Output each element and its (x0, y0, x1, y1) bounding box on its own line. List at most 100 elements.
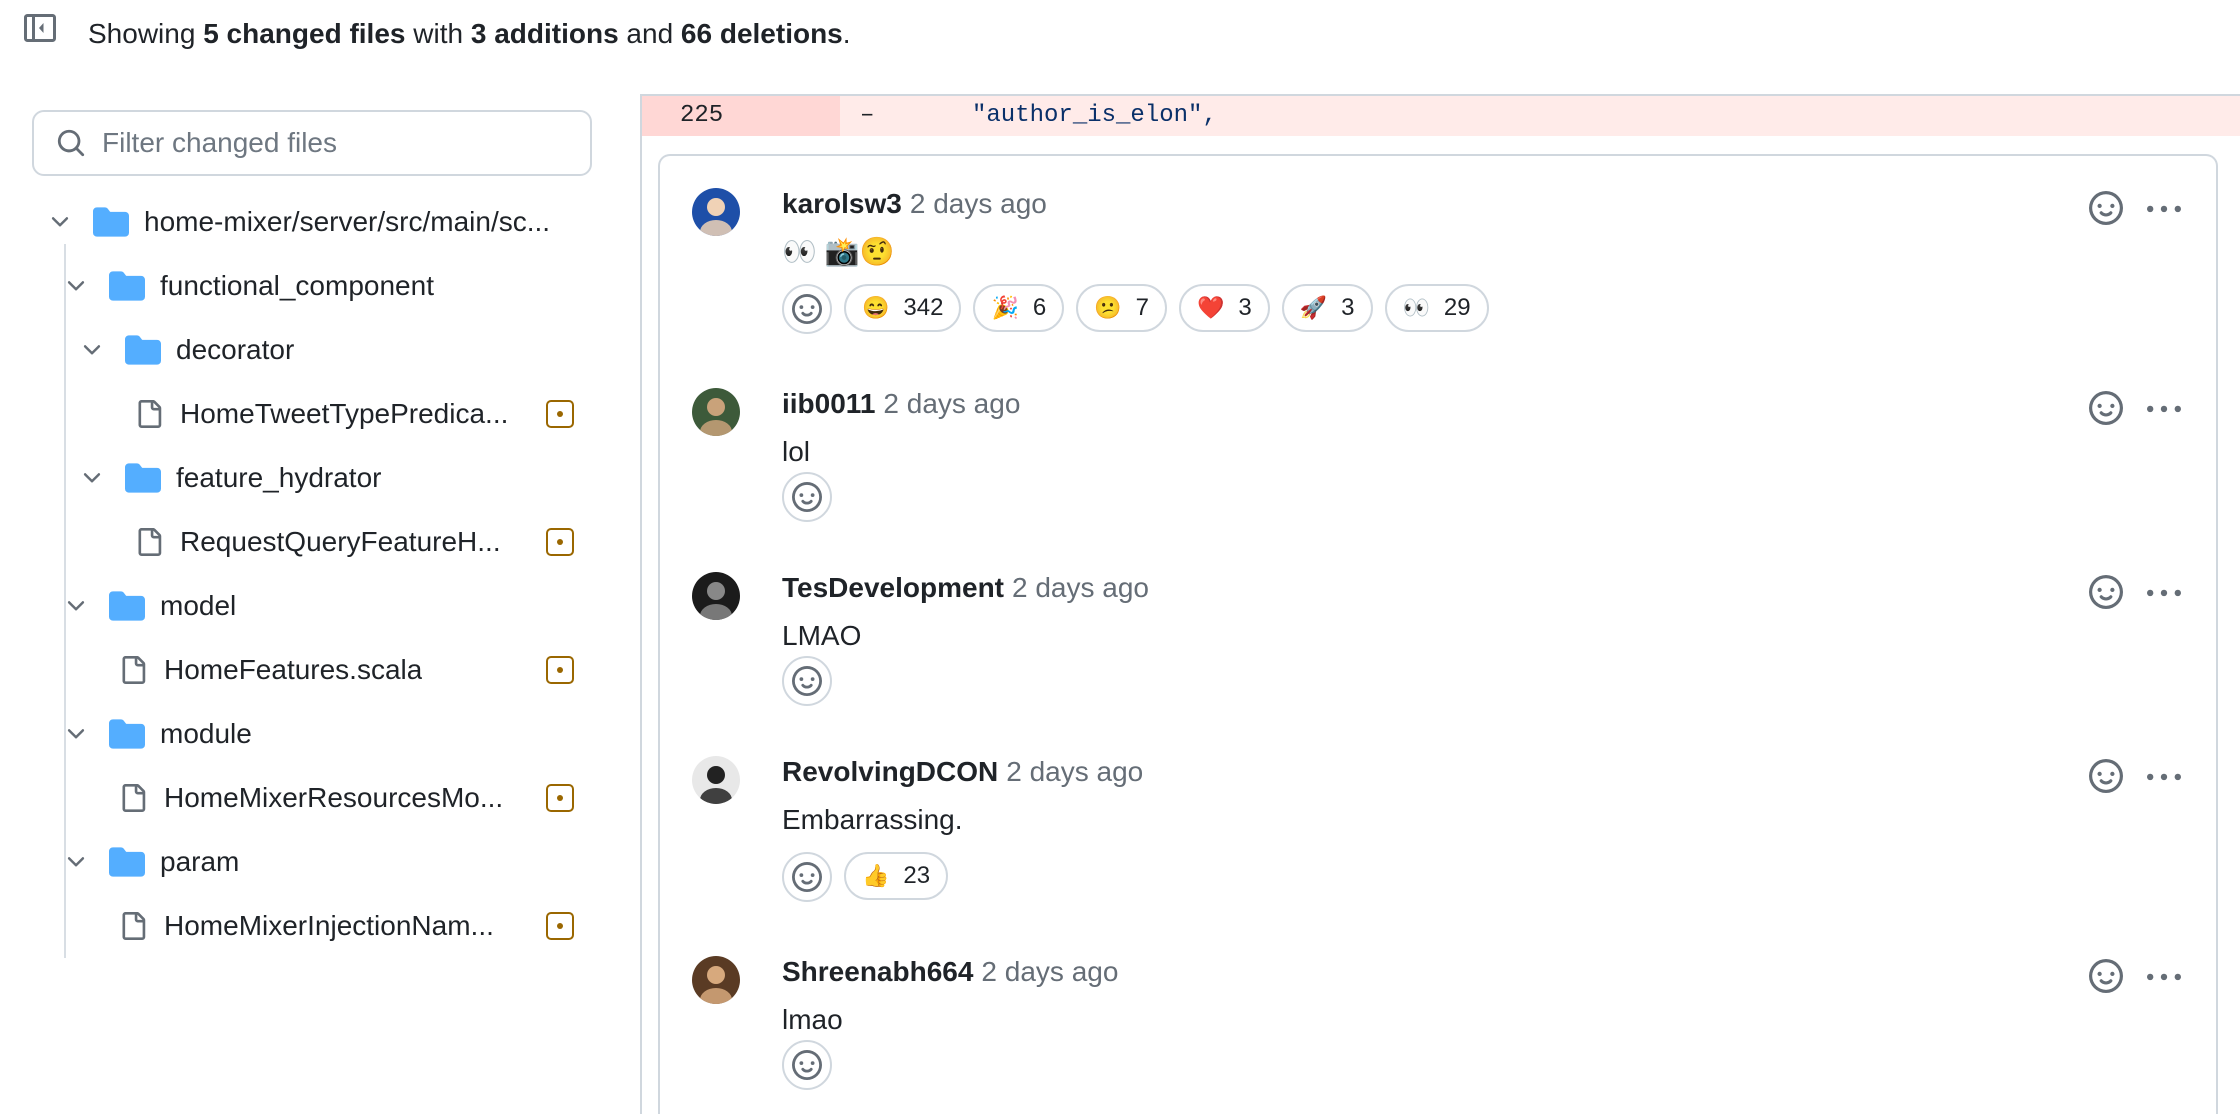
file-icon (134, 397, 164, 431)
comment-author[interactable]: iib0011 (782, 388, 875, 419)
filter-input[interactable] (102, 127, 572, 159)
folder-icon (108, 590, 146, 622)
avatar[interactable] (692, 388, 740, 436)
comment-timestamp[interactable]: 2 days ago (981, 956, 1118, 987)
add-reaction-button[interactable] (782, 656, 832, 706)
reaction-count: 3 (1238, 294, 1252, 321)
tree-folder-label: module (160, 718, 252, 749)
chevron-down-icon[interactable] (62, 272, 90, 300)
avatar[interactable] (692, 188, 740, 236)
tree-folder-label: home-mixer/server/src/main/sc... (144, 206, 551, 237)
file-icon (134, 525, 164, 559)
diff-line-sign: – (860, 102, 875, 129)
comment-body: lmao (782, 1004, 843, 1035)
file-modified-icon (546, 656, 574, 684)
toggle-file-tree-button[interactable] (22, 10, 58, 46)
tree-file-label: HomeFeatures.scala (164, 654, 423, 685)
comment-header: RevolvingDCON 2 days ago (782, 754, 1143, 790)
add-reaction-icon[interactable] (2088, 390, 2124, 426)
diff-deleted-line[interactable]: 225 – "author_is_elon", (642, 96, 2240, 136)
comment-timestamp[interactable]: 2 days ago (883, 388, 1020, 419)
comment-author[interactable]: RevolvingDCON (782, 756, 998, 787)
tree-file[interactable]: HomeMixerInjectionNam... (118, 898, 574, 954)
file-icon (118, 653, 148, 687)
reaction-pill[interactable]: 🚀 3 (1281, 284, 1373, 332)
reaction-pill[interactable]: 😄 342 (844, 284, 962, 332)
comment-author[interactable]: TesDevelopment (782, 572, 1004, 603)
chevron-down-icon[interactable] (62, 592, 90, 620)
tree-folder[interactable]: module (62, 706, 252, 762)
reaction-count: 7 (1135, 294, 1149, 321)
add-reaction-button[interactable] (782, 284, 832, 334)
reaction-pill[interactable]: 😕 7 (1076, 284, 1167, 332)
comment-timestamp[interactable]: 2 days ago (1006, 756, 1143, 787)
tree-folder[interactable]: home-mixer/server/src/main/sc... (46, 194, 550, 250)
tree-file[interactable]: HomeFeatures.scala (118, 642, 574, 698)
more-options-icon[interactable] (2146, 576, 2182, 612)
reaction-count: 342 (903, 294, 944, 321)
tree-folder[interactable]: model (62, 578, 236, 634)
summary-period: . (842, 18, 851, 49)
reactions-row (782, 472, 832, 522)
more-options-icon[interactable] (2146, 960, 2182, 996)
reaction-count: 23 (903, 862, 931, 889)
reactions-row: 😄 342 🎉 6 😕 7 ❤️ 3 🚀 3 👀 29 (782, 284, 1489, 334)
add-reaction-icon[interactable] (2088, 574, 2124, 610)
tree-folder[interactable]: param (62, 834, 239, 890)
reaction-pill[interactable]: 🎉 6 (973, 284, 1065, 332)
reaction-count: 29 (1443, 294, 1471, 321)
reaction-emoji: 🚀 (1299, 295, 1328, 320)
chevron-down-icon[interactable] (78, 336, 106, 364)
comment-header: iib0011 2 days ago (782, 386, 1020, 422)
tree-file[interactable]: HomeMixerResourcesMo... (118, 770, 574, 826)
reaction-pill[interactable]: 👀 29 (1384, 284, 1489, 332)
comment-header: TesDevelopment 2 days ago (782, 570, 1149, 606)
add-reaction-icon[interactable] (2088, 758, 2124, 794)
add-reaction-button[interactable] (782, 852, 832, 902)
more-options-icon[interactable] (2146, 392, 2182, 428)
diff-line-number[interactable]: 225 (642, 96, 840, 136)
reaction-emoji: 😕 (1094, 295, 1122, 320)
tree-file[interactable]: HomeTweetTypePredica... (134, 386, 574, 442)
avatar[interactable] (692, 756, 740, 804)
tree-folder-label: decorator (176, 334, 295, 365)
comment-author[interactable]: karolsw3 (782, 188, 902, 219)
tree-file-label: HomeMixerResourcesMo... (164, 782, 504, 813)
add-reaction-icon[interactable] (2088, 958, 2124, 994)
avatar[interactable] (692, 956, 740, 1004)
reaction-pill[interactable]: 👍 23 (844, 852, 949, 900)
add-reaction-button[interactable] (782, 1040, 832, 1090)
tree-folder[interactable]: feature_hydrator (78, 450, 381, 506)
add-reaction-button[interactable] (782, 472, 832, 522)
tree-folder[interactable]: decorator (78, 322, 294, 378)
deletions-count: 66 deletions (680, 18, 843, 49)
avatar[interactable] (692, 572, 740, 620)
chevron-down-icon[interactable] (62, 848, 90, 876)
changed-files-count: 5 changed files (203, 18, 406, 49)
comment-thread: karolsw3 2 days ago 👀 📸🤨 😄 342 🎉 6 😕 7 ❤️ 3 🚀 3 👀 29 ii… (658, 154, 2218, 1114)
search-icon (54, 126, 88, 160)
chevron-down-icon[interactable] (62, 720, 90, 748)
chevron-down-icon[interactable] (78, 464, 106, 492)
reaction-emoji: 👀 (1402, 295, 1430, 320)
reaction-pill[interactable]: ❤️ 3 (1178, 284, 1270, 332)
folder-icon (124, 334, 162, 366)
add-reaction-icon[interactable] (2088, 190, 2124, 226)
comment-author[interactable]: Shreenabh664 (782, 956, 973, 987)
summary-and: and (626, 18, 674, 49)
comment-timestamp[interactable]: 2 days ago (1012, 572, 1149, 603)
comment-body: LMAO (782, 620, 862, 651)
more-options-icon[interactable] (2146, 192, 2182, 228)
file-icon (118, 909, 148, 943)
diff-summary-bar: Showing 5 changed files with 3 additions… (0, 0, 2240, 66)
more-options-icon[interactable] (2146, 760, 2182, 796)
chevron-down-icon[interactable] (46, 208, 74, 236)
filter-changed-files[interactable] (32, 110, 592, 176)
diff-summary-text: Showing 5 changed files with 3 additions… (88, 16, 851, 52)
tree-folder[interactable]: functional_component (62, 258, 434, 314)
additions-count: 3 additions (470, 18, 619, 49)
comment-timestamp[interactable]: 2 days ago (910, 188, 1047, 219)
reaction-emoji: 😄 (862, 295, 890, 320)
tree-file[interactable]: RequestQueryFeatureH... (134, 514, 574, 570)
reaction-emoji: ❤️ (1196, 295, 1225, 320)
